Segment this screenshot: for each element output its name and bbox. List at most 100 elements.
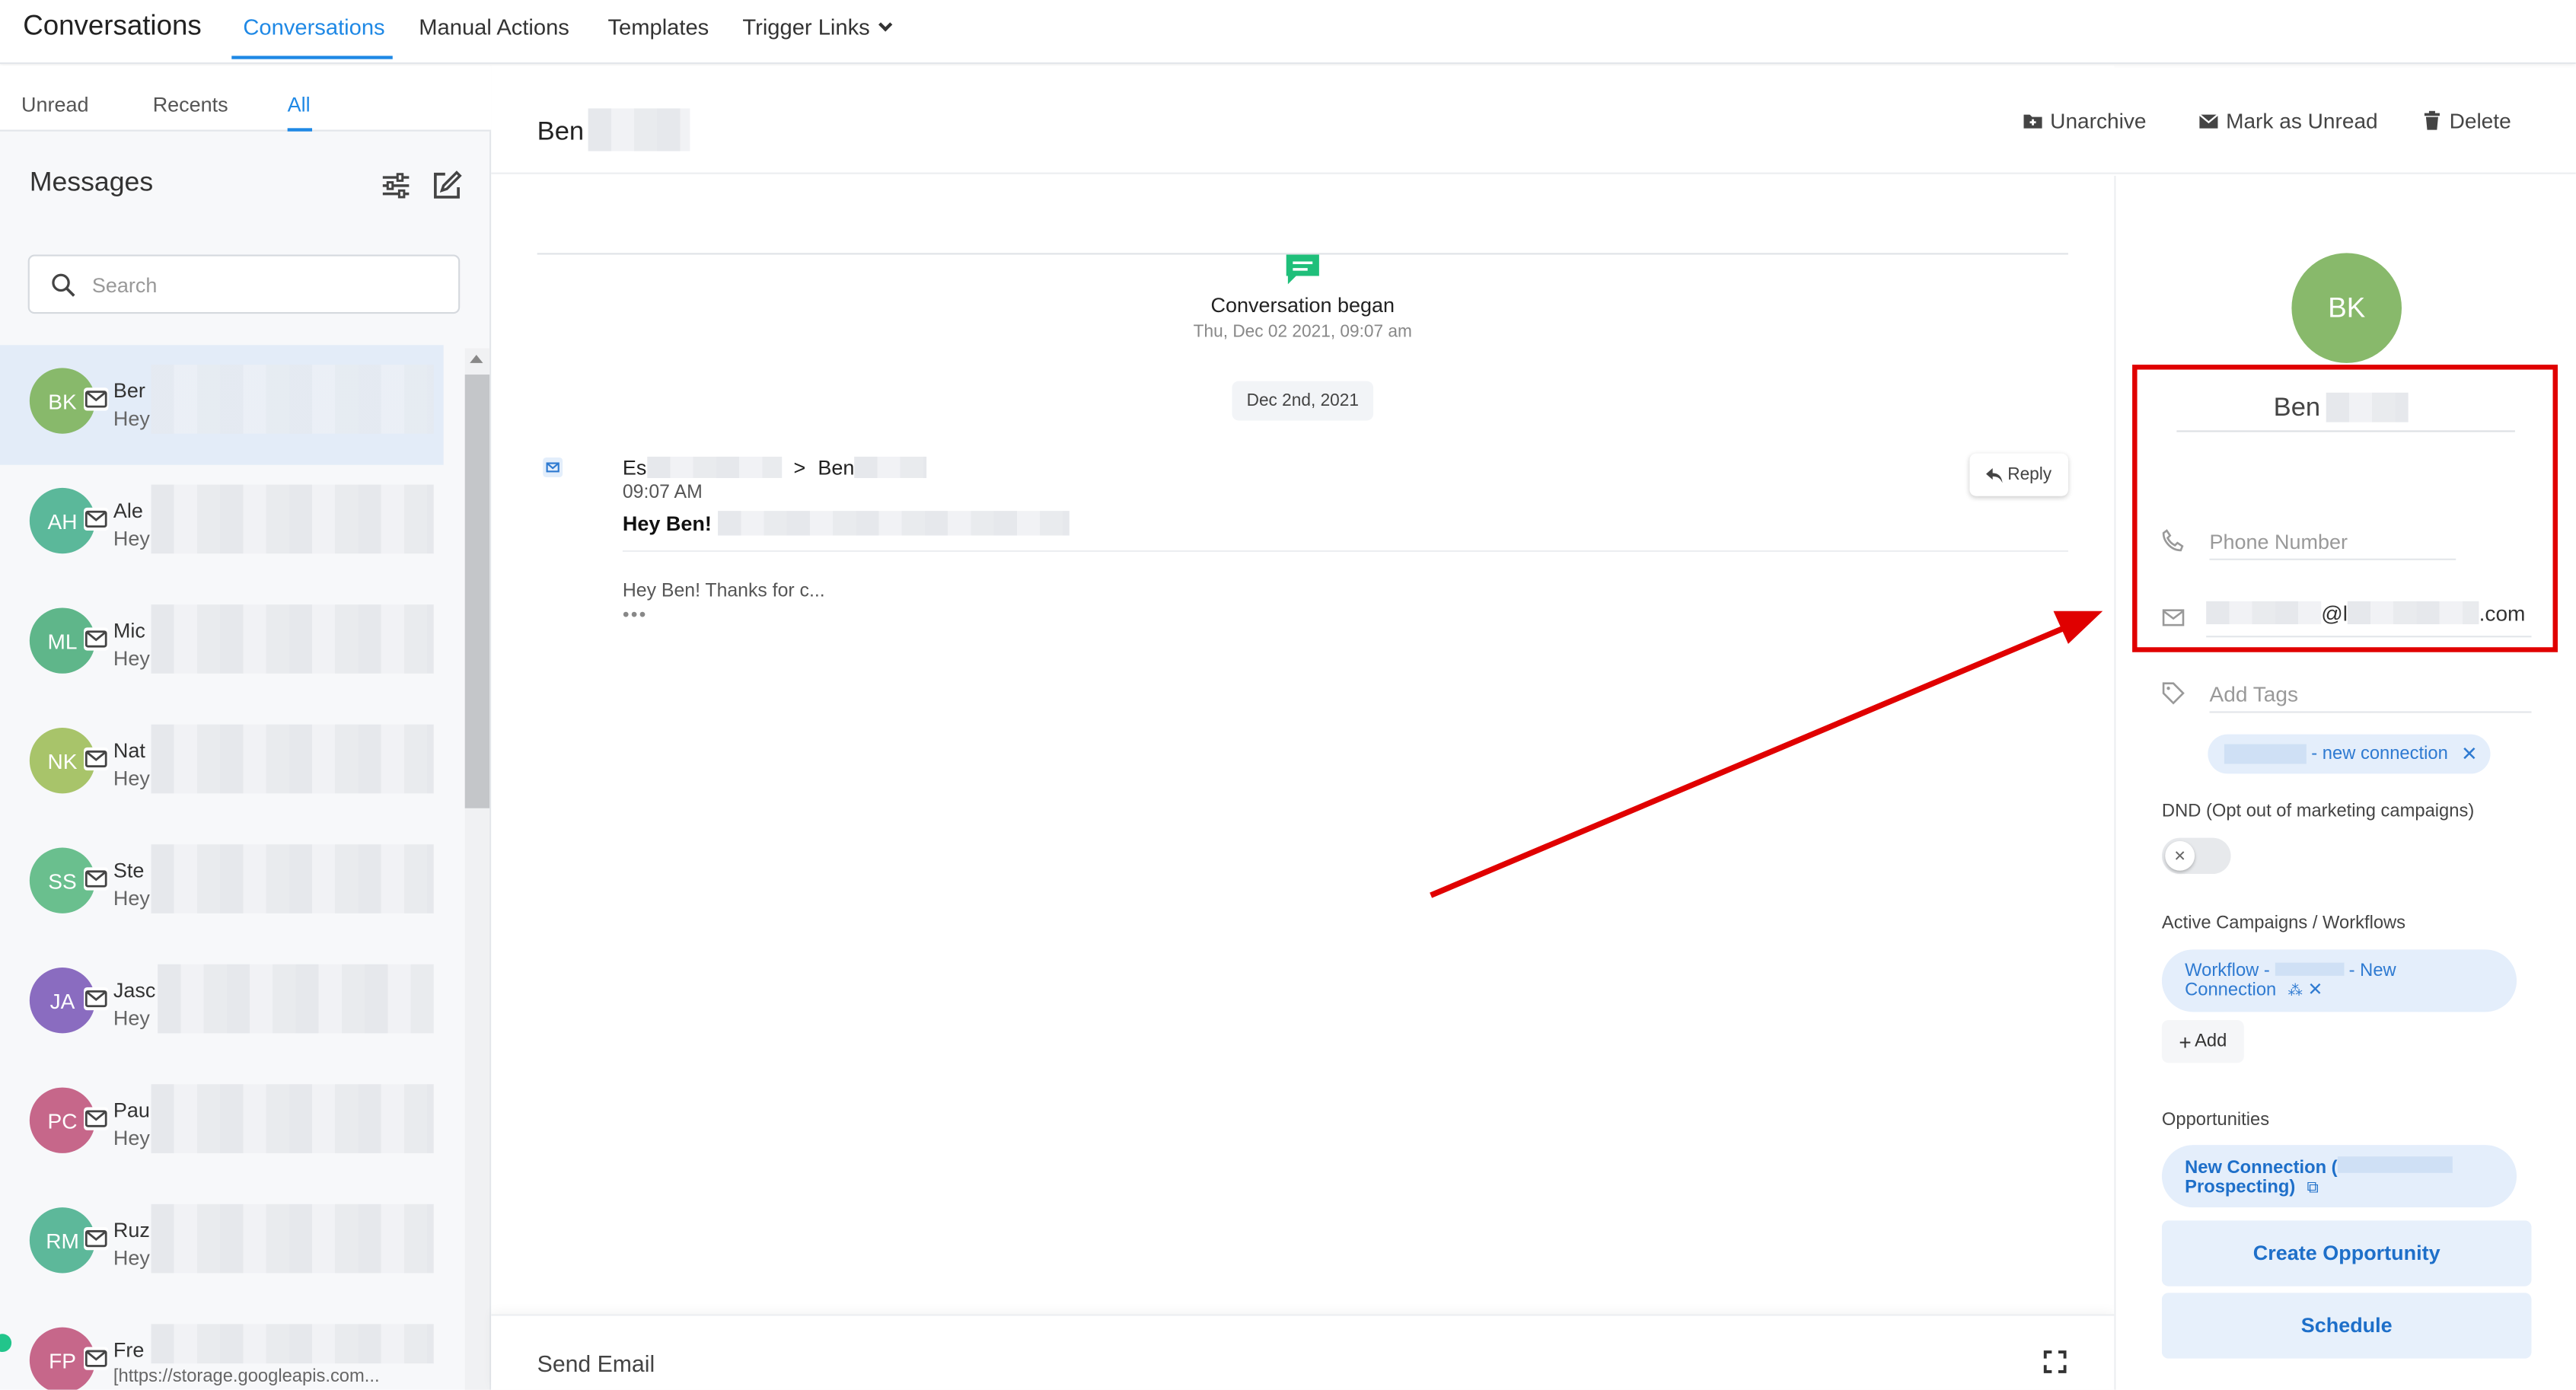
conversation-preview: Hey — [113, 767, 150, 790]
conversation-item-8[interactable]: FP Fre [https://storage.googleapis.com..… — [0, 1304, 444, 1390]
active-tab-indicator — [231, 56, 393, 59]
redacted-block — [2337, 1156, 2453, 1173]
create-opportunity-button[interactable]: Create Opportunity — [2161, 1220, 2532, 1286]
hierarchy-icon[interactable]: ⁂ — [2287, 982, 2302, 999]
unarchive-button[interactable]: Unarchive — [2022, 108, 2147, 133]
workflow-chip-text-b: - New — [2348, 961, 2396, 981]
annotation-highlight-box — [2132, 365, 2558, 652]
conversation-name: Ruz — [113, 1219, 150, 1242]
filter-icon[interactable] — [379, 169, 412, 202]
thread-contact-name: Ben — [537, 108, 691, 151]
tab-conversations[interactable]: Conversations — [243, 14, 384, 39]
conversation-item-0[interactable]: BK Ber Hey — [0, 345, 444, 465]
workflow-chip-text-c: Connection — [2185, 980, 2277, 1001]
subtab-recents[interactable]: Recents — [153, 94, 228, 116]
send-email-label[interactable]: Send Email — [537, 1350, 655, 1377]
mark-unread-button[interactable]: Mark as Unread — [2198, 108, 2378, 133]
tag-remove-icon[interactable]: ✕ — [2461, 742, 2478, 765]
compose-icon[interactable] — [430, 169, 463, 202]
thread-header: Ben Unarchive Mark as Unread Delete — [491, 65, 2576, 174]
redacted-block — [646, 456, 782, 478]
unarchive-label: Unarchive — [2050, 108, 2147, 133]
active-subtab-indicator — [287, 128, 313, 132]
app-title: Conversations — [23, 9, 202, 41]
redacted-block — [151, 844, 434, 913]
conversation-began-time: Thu, Dec 02 2021, 09:07 am — [1193, 321, 1412, 342]
email-icon — [84, 747, 109, 771]
subtab-all[interactable]: All — [288, 94, 311, 116]
redacted-block — [854, 456, 927, 478]
workflow-chip-line2: Connection ⁂ ✕ — [2185, 980, 2494, 1000]
opportunity-chip-text-b: Prospecting) — [2185, 1178, 2296, 1198]
schedule-button[interactable]: Schedule — [2161, 1293, 2532, 1359]
message-subject: Hey Ben! — [622, 511, 1070, 536]
redacted-block — [2275, 962, 2345, 976]
scroll-up-arrow-icon[interactable] — [470, 355, 483, 363]
redacted-block — [588, 108, 691, 151]
conversation-item-2[interactable]: ML Mic Hey — [0, 585, 444, 705]
expand-icon[interactable] — [2043, 1350, 2067, 1373]
email-message-icon — [543, 457, 563, 477]
reply-label: Reply — [2007, 464, 2052, 485]
tag-chip-label: - new connection — [2311, 744, 2448, 764]
conversation-name: Ber — [113, 379, 145, 403]
workflow-chip-line1: Workflow - - New — [2185, 961, 2494, 980]
external-link-icon[interactable]: ⧉ — [2307, 1179, 2318, 1197]
subtab-unread[interactable]: Unread — [21, 94, 88, 116]
conversation-item-7[interactable]: RM Ruz Hey — [0, 1184, 444, 1305]
redacted-block — [151, 1084, 434, 1153]
message-sender: Es — [622, 456, 647, 480]
conversation-preview: Hey — [113, 407, 150, 431]
messages-title: Messages — [29, 167, 154, 197]
email-icon — [84, 867, 109, 891]
conversation-name: Fre — [113, 1338, 145, 1362]
conversation-item-3[interactable]: NK Nat Hey — [0, 705, 444, 825]
composer[interactable]: Send Email — [491, 1314, 2115, 1390]
thread-contact-name-text: Ben — [537, 118, 585, 147]
redacted-block — [151, 484, 434, 554]
redacted-block — [151, 365, 434, 434]
contact-details-panel: BK Ben @l.com - new connection ✕ DND (Op… — [2114, 175, 2576, 1390]
tab-templates[interactable]: Templates — [607, 14, 709, 39]
reply-icon — [1986, 467, 2003, 483]
message-recipient: Ben — [818, 456, 855, 480]
message-subject-text: Hey Ben! — [622, 512, 712, 536]
trash-icon — [2424, 110, 2440, 130]
add-tags-input[interactable] — [2209, 677, 2532, 713]
email-icon — [84, 1347, 109, 1370]
add-campaign-button[interactable]: + Add — [2161, 1020, 2244, 1063]
conversation-preview: [https://storage.googleapis.com... — [113, 1366, 380, 1387]
conversation-began-label: Conversation began — [1210, 294, 1395, 317]
search-input[interactable] — [91, 269, 438, 303]
campaigns-label: Active Campaigns / Workflows — [2161, 913, 2406, 933]
dnd-toggle[interactable]: ✕ — [2161, 837, 2231, 875]
add-campaign-label: Add — [2195, 1031, 2227, 1052]
scrollbar-thumb[interactable] — [464, 375, 490, 808]
redacted-block — [151, 1324, 434, 1364]
workflow-chip[interactable]: Workflow - - New Connection ⁂ ✕ — [2161, 949, 2517, 1012]
conversation-item-4[interactable]: SS Ste Hey — [0, 824, 444, 945]
conversation-preview: Hey — [113, 887, 150, 910]
workflow-remove-icon[interactable]: ✕ — [2308, 980, 2323, 1000]
tab-manual-actions[interactable]: Manual Actions — [419, 14, 569, 39]
conversation-item-6[interactable]: PC Pau Hey — [0, 1064, 444, 1184]
redacted-block — [718, 511, 1070, 536]
tag-icon — [2162, 682, 2185, 705]
conversation-item-1[interactable]: AH Ale Hey — [0, 465, 444, 585]
message-arrow: > — [793, 456, 806, 480]
tag-chip: - new connection ✕ — [2208, 734, 2491, 774]
conversation-item-5[interactable]: JA Jasc Hey — [0, 945, 444, 1065]
email-icon — [84, 387, 109, 411]
delete-button[interactable]: Delete — [2421, 108, 2511, 133]
expand-message-button[interactable]: ••• — [623, 606, 648, 626]
search-box — [27, 254, 461, 314]
plus-icon: + — [2179, 1028, 2192, 1054]
opportunity-chip[interactable]: New Connection ( Prospecting) ⧉ — [2161, 1145, 2517, 1208]
message-time: 09:07 AM — [622, 483, 703, 503]
reply-button[interactable]: Reply — [1969, 453, 2068, 496]
redacted-block — [158, 964, 434, 1034]
tab-trigger-links[interactable]: Trigger Links — [742, 14, 892, 40]
email-icon — [84, 987, 109, 1011]
conversation-name: Mic — [113, 619, 145, 642]
workflow-chip-text-a: Workflow - — [2185, 961, 2270, 981]
